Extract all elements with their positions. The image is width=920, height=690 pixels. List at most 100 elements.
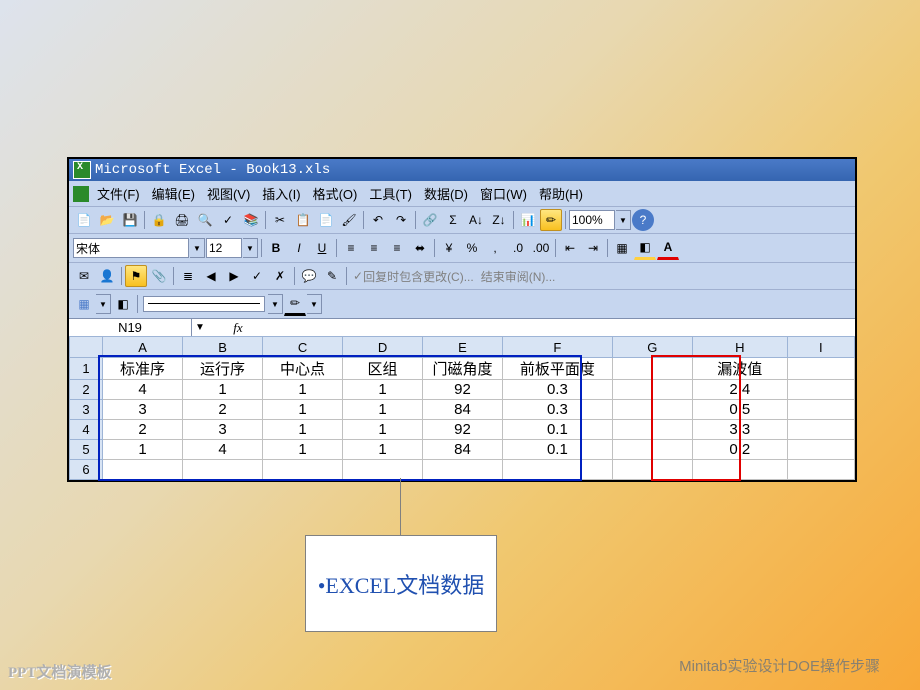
cell[interactable]: 门磁角度	[423, 358, 503, 380]
align-right-icon[interactable]: ≡	[386, 237, 408, 259]
print-icon[interactable]: 🖨	[171, 209, 193, 231]
reject-icon[interactable]: ✗	[269, 265, 291, 287]
cell[interactable]: 1	[263, 440, 343, 460]
fill-color-icon[interactable]: ◧	[634, 236, 656, 260]
cell[interactable]: 0.3	[502, 400, 612, 420]
name-box[interactable]: N19	[69, 319, 192, 336]
cell[interactable]	[103, 460, 183, 480]
cell[interactable]: 1	[183, 380, 263, 400]
line-color-dropdown[interactable]: ▼	[307, 294, 322, 314]
cell[interactable]: 84	[423, 440, 503, 460]
cell[interactable]: 1	[343, 440, 423, 460]
cell[interactable]	[787, 460, 854, 480]
format-painter-icon[interactable]: 🖌	[338, 209, 360, 231]
cell[interactable]	[692, 460, 787, 480]
cell[interactable]	[263, 460, 343, 480]
cell[interactable]: 92	[423, 380, 503, 400]
cell[interactable]	[787, 380, 854, 400]
borders-icon[interactable]: ▦	[611, 237, 633, 259]
cell[interactable]: 1	[343, 400, 423, 420]
increase-decimal-icon[interactable]: .0	[507, 237, 529, 259]
select-all-corner[interactable]	[70, 337, 103, 358]
permission-icon[interactable]: 🔒	[148, 209, 170, 231]
cell[interactable]	[787, 358, 854, 380]
draw-border-dropdown[interactable]: ▼	[96, 294, 111, 314]
cell[interactable]: 0.5	[692, 400, 787, 420]
cell[interactable]: 4	[103, 380, 183, 400]
name-box-dropdown[interactable]: ▼	[192, 322, 208, 333]
col-header-A[interactable]: A	[103, 337, 183, 358]
cell[interactable]: 1	[343, 380, 423, 400]
chart-icon[interactable]: 📊	[517, 209, 539, 231]
menu-file[interactable]: 文件(F)	[93, 183, 144, 204]
cell[interactable]: 0.3	[502, 380, 612, 400]
align-left-icon[interactable]: ≡	[340, 237, 362, 259]
cut-icon[interactable]: ✂	[269, 209, 291, 231]
zoom-input[interactable]	[569, 210, 615, 230]
formula-bar[interactable]	[268, 327, 855, 329]
menu-data[interactable]: 数据(D)	[420, 183, 472, 204]
percent-icon[interactable]: %	[461, 237, 483, 259]
sort-desc-icon[interactable]: Z↓	[488, 209, 510, 231]
col-header-F[interactable]: F	[502, 337, 612, 358]
cell[interactable]: 84	[423, 400, 503, 420]
align-center-icon[interactable]: ≡	[363, 237, 385, 259]
bold-icon[interactable]: B	[265, 237, 287, 259]
open-icon[interactable]: 📂	[96, 209, 118, 231]
cell[interactable]	[502, 460, 612, 480]
cell[interactable]: 2	[183, 400, 263, 420]
fx-icon[interactable]: fx	[208, 320, 268, 336]
cell[interactable]: 1	[103, 440, 183, 460]
col-header-E[interactable]: E	[423, 337, 503, 358]
cell[interactable]	[787, 400, 854, 420]
cell[interactable]	[423, 460, 503, 480]
menu-insert[interactable]: 插入(I)	[258, 183, 304, 204]
row-header-5[interactable]: 5	[70, 440, 103, 460]
font-size-select[interactable]	[206, 238, 242, 258]
new-icon[interactable]: 📄	[73, 209, 95, 231]
cell[interactable]: 中心点	[263, 358, 343, 380]
row-header-3[interactable]: 3	[70, 400, 103, 420]
menu-help[interactable]: 帮助(H)	[535, 183, 587, 204]
menu-view[interactable]: 视图(V)	[203, 183, 254, 204]
sort-asc-icon[interactable]: A↓	[465, 209, 487, 231]
cell[interactable]	[612, 460, 692, 480]
decrease-indent-icon[interactable]: ⇤	[559, 237, 581, 259]
font-name-dropdown[interactable]: ▼	[190, 238, 205, 258]
cell[interactable]	[612, 400, 692, 420]
cell[interactable]: 前板平面度	[502, 358, 612, 380]
cell[interactable]: 3.3	[692, 420, 787, 440]
spreadsheet-grid[interactable]: A B C D E F G H I 1 标准序 运行序 中心点 区组 门磁角度 …	[69, 336, 855, 480]
cell[interactable]	[612, 358, 692, 380]
cell[interactable]: 0.1	[502, 420, 612, 440]
cell[interactable]	[612, 380, 692, 400]
cell[interactable]	[183, 460, 263, 480]
col-header-C[interactable]: C	[263, 337, 343, 358]
menu-tools[interactable]: 工具(T)	[365, 183, 416, 204]
cell[interactable]: 2.4	[692, 380, 787, 400]
col-header-G[interactable]: G	[612, 337, 692, 358]
decrease-decimal-icon[interactable]: .00	[530, 237, 552, 259]
cell[interactable]: 0.1	[502, 440, 612, 460]
col-header-H[interactable]: H	[692, 337, 787, 358]
currency-icon[interactable]: ¥	[438, 237, 460, 259]
font-color-icon[interactable]: A	[657, 236, 679, 260]
merge-center-icon[interactable]: ⬌	[409, 237, 431, 259]
cell[interactable]: 标准序	[103, 358, 183, 380]
col-header-I[interactable]: I	[787, 337, 854, 358]
send-icon[interactable]: ✉	[73, 265, 95, 287]
preview-icon[interactable]: 🔍	[194, 209, 216, 231]
erase-border-icon[interactable]: ◧	[112, 293, 134, 315]
cell[interactable]	[612, 420, 692, 440]
ink-icon[interactable]: ✎	[321, 265, 343, 287]
reply-changes-button[interactable]: ✓ 回复时包含更改(C)...	[350, 265, 477, 287]
help-icon[interactable]: ?	[632, 209, 654, 231]
menu-window[interactable]: 窗口(W)	[476, 183, 531, 204]
row-header-1[interactable]: 1	[70, 358, 103, 380]
end-review-button[interactable]: 结束审阅(N)...	[478, 265, 559, 287]
save-icon[interactable]: 💾	[119, 209, 141, 231]
research-icon[interactable]: 📚	[240, 209, 262, 231]
comma-icon[interactable]: ,	[484, 237, 506, 259]
font-size-dropdown[interactable]: ▼	[243, 238, 258, 258]
cell[interactable]	[787, 420, 854, 440]
